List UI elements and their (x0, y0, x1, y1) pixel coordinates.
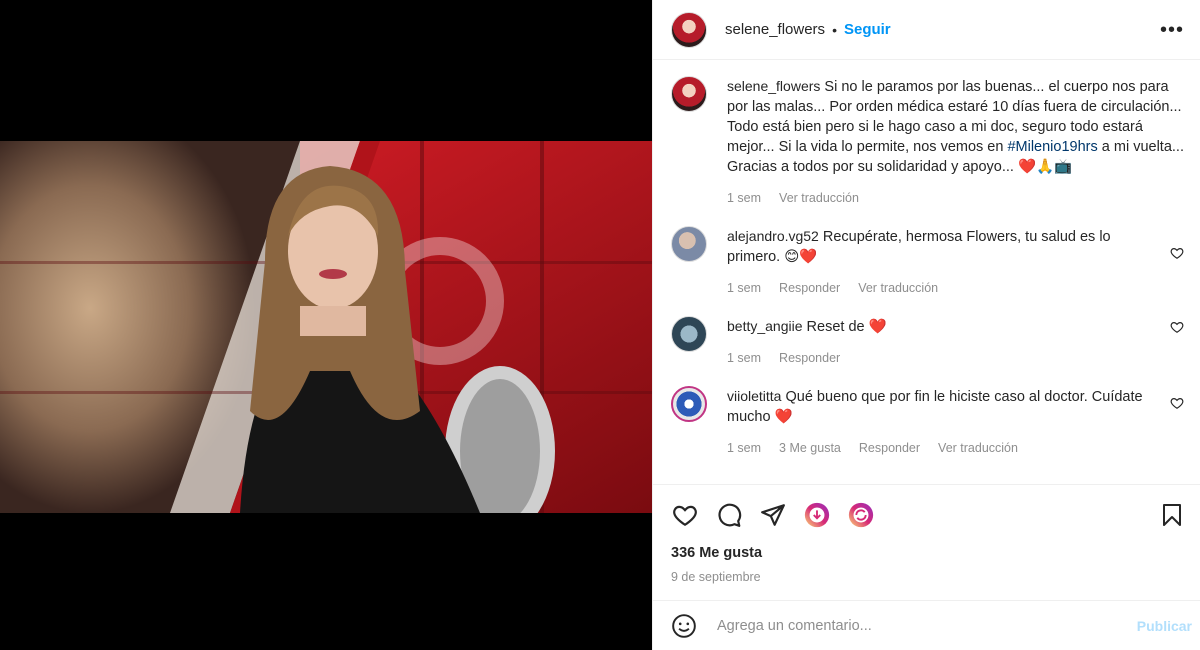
caption-emojis: ❤️🙏📺 (1017, 159, 1073, 175)
bookmark-icon (1163, 503, 1181, 526)
avatar[interactable] (671, 11, 707, 48)
comment-input[interactable] (717, 617, 1137, 634)
likes-count[interactable]: 336 Me gusta (671, 545, 762, 561)
comment-username[interactable]: viioletitta (727, 388, 781, 404)
repost-icon (848, 502, 874, 527)
comment-icon (718, 503, 742, 527)
news-anchor-image (0, 141, 652, 513)
download-icon (804, 502, 830, 527)
share-icon (761, 503, 785, 526)
comment-item: viioletitta Qué bueno que por fin le hic… (671, 386, 1184, 458)
repost-extension-button[interactable] (847, 501, 875, 529)
like-comment-heart-icon[interactable] (1170, 320, 1184, 334)
caption: selene_flowers Si no le paramos por las … (671, 76, 1184, 208)
video-frame[interactable] (0, 141, 652, 513)
share-button[interactable] (759, 501, 787, 529)
comment-username[interactable]: alejandro.vg52 (727, 228, 819, 244)
comment-item: alejandro.vg52 Recupérate, hermosa Flowe… (671, 226, 1184, 298)
comment-item: betty_angiie Reset de ❤️ 1 sem Responder (671, 316, 1184, 368)
heart-icon (673, 505, 697, 526)
post-date[interactable]: 9 de septiembre (671, 570, 761, 584)
publish-button[interactable]: Publicar (1137, 618, 1192, 634)
translate-button[interactable]: Ver traducción (938, 438, 1018, 458)
emoji-icon[interactable] (671, 613, 697, 639)
comment-button[interactable] (715, 501, 743, 529)
add-comment-bar: Publicar (653, 600, 1200, 650)
comment-likes[interactable]: 3 Me gusta (779, 438, 841, 458)
separator-dot: • (832, 21, 837, 38)
reply-button[interactable]: Responder (779, 348, 840, 368)
avatar[interactable] (671, 226, 707, 262)
header-username[interactable]: selene_flowers (725, 21, 825, 38)
download-extension-button[interactable] (803, 501, 831, 529)
action-bar (653, 484, 1200, 544)
follow-button[interactable]: Seguir (844, 21, 891, 38)
caption-username[interactable]: selene_flowers (727, 78, 820, 94)
translate-button[interactable]: Ver traducción (858, 278, 938, 298)
comment-text: Reset de (806, 319, 865, 335)
comment-emojis: ❤️ (774, 409, 793, 425)
reply-button[interactable]: Responder (859, 438, 920, 458)
comment-username[interactable]: betty_angiie (727, 318, 803, 334)
more-options-icon[interactable]: ••• (1160, 20, 1184, 40)
translate-button[interactable]: Ver traducción (779, 188, 859, 208)
comment-emojis: 😊❤️ (784, 249, 818, 265)
reply-button[interactable]: Responder (779, 278, 840, 298)
comment-time[interactable]: 1 sem (727, 438, 761, 458)
like-comment-heart-icon[interactable] (1170, 396, 1184, 410)
save-button[interactable] (1158, 501, 1186, 529)
comment-time[interactable]: 1 sem (727, 278, 761, 298)
comment-time[interactable]: 1 sem (727, 348, 761, 368)
avatar[interactable] (671, 386, 707, 422)
post-header: selene_flowers • Seguir ••• (653, 0, 1200, 60)
instagram-post-view: selene_flowers • Seguir ••• selene_flowe… (0, 0, 1200, 650)
avatar[interactable] (671, 76, 707, 112)
post-media[interactable] (0, 0, 652, 650)
like-comment-heart-icon[interactable] (1170, 246, 1184, 260)
comments-list[interactable]: selene_flowers Si no le paramos por las … (653, 60, 1200, 483)
like-button[interactable] (671, 501, 699, 529)
caption-time[interactable]: 1 sem (727, 188, 761, 208)
comment-emojis: ❤️ (868, 319, 887, 335)
avatar[interactable] (671, 316, 707, 352)
post-sidebar: selene_flowers • Seguir ••• selene_flowe… (652, 0, 1200, 650)
hashtag-link[interactable]: #Milenio19hrs (1007, 139, 1097, 155)
